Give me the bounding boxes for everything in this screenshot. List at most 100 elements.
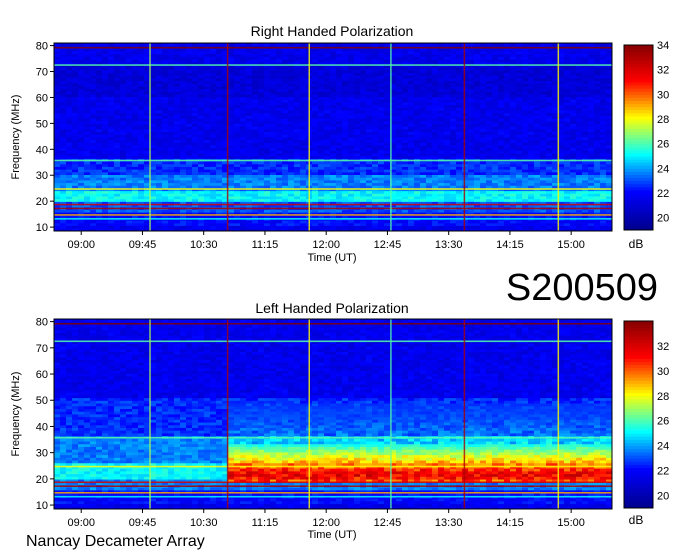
heatmap-cell [432,131,439,135]
heatmap-cell [588,150,595,154]
heatmap-cell [108,88,115,92]
heatmap-cell [264,128,271,133]
heatmap-cell [474,190,481,194]
heatmap-cell [336,222,343,227]
heatmap-cell [186,150,193,154]
heatmap-cell [444,102,451,106]
heatmap-cell [426,94,433,98]
heatmap-cell [444,161,451,165]
heatmap-cell [186,110,193,114]
heatmap-cell [132,163,139,167]
heatmap-cell [366,94,373,98]
heatmap-cell [582,102,589,106]
heatmap-cell [528,102,535,106]
heatmap-cell [432,99,439,103]
heatmap-cell [498,177,505,181]
heatmap-cell [360,220,367,224]
heatmap-cell [204,139,211,143]
heatmap-cell [486,161,493,165]
heatmap-cell [216,171,223,175]
heatmap-cell [528,126,535,130]
heatmap-cell [138,147,145,151]
heatmap-cell [420,220,427,224]
heatmap-cell [330,137,337,141]
heatmap-cell [564,139,571,143]
heatmap-cell [588,118,595,122]
heatmap-cell [246,190,253,194]
heatmap-cell [450,123,457,127]
heatmap-cell [534,145,541,149]
heatmap-cell [120,155,127,159]
heatmap-cell [444,179,451,184]
heatmap-cell [516,120,523,124]
heatmap-cell [396,145,403,149]
heatmap-cell [192,126,199,130]
heatmap-cell [456,150,463,154]
heatmap-cell [66,190,73,194]
heatmap-cell [492,190,499,194]
heatmap-cell [258,150,265,154]
heatmap-cell [126,96,133,100]
heatmap-cell [126,91,133,95]
heatmap-cell [396,112,403,116]
heatmap-cell [234,166,241,170]
heatmap-cell [300,88,307,92]
heatmap-cell [510,220,517,224]
heatmap-cell [210,88,217,92]
heatmap-cell [276,118,283,122]
heatmap-cell [282,131,289,135]
heatmap-cell [468,190,475,194]
heatmap-cell [156,126,163,130]
heatmap-cell [54,166,61,170]
heatmap-cell [234,145,241,149]
heatmap-cell [168,131,175,135]
heatmap-cell [102,128,109,133]
heatmap-cell [318,123,325,127]
heatmap-cell [192,198,199,202]
heatmap-cell [606,169,613,173]
heatmap-cell [174,107,181,111]
heatmap-cell [66,225,73,229]
heatmap-cell [366,190,373,194]
heatmap-cell [462,174,469,178]
heatmap-cell [444,110,451,114]
heatmap-cell [252,190,259,194]
heatmap-cell [276,91,283,95]
heatmap-cell [168,120,175,124]
heatmap-cell [294,85,301,90]
heatmap-cell [72,99,79,103]
heatmap-cell [360,182,367,186]
heatmap-cell [462,134,469,138]
heatmap-cell [318,126,325,130]
heatmap-cell [546,153,553,157]
heatmap-cell [474,139,481,143]
heatmap-cell [378,177,385,181]
heatmap-cell [240,118,247,122]
heatmap-cell [546,171,553,175]
heatmap-cell [216,94,223,98]
heatmap-cell [270,190,277,194]
heatmap-cell [432,115,439,119]
heatmap-cell [234,115,241,119]
heatmap-cell [396,182,403,186]
heatmap-cell [102,126,109,130]
heatmap-cell [444,134,451,138]
heatmap-cell [408,123,415,127]
heatmap-cell [210,120,217,124]
heatmap-cell [432,169,439,173]
heatmap-cell [384,177,391,181]
heatmap-cell [174,120,181,124]
heatmap-cell [342,112,349,116]
heatmap-cell [582,163,589,167]
heatmap-cell [486,120,493,124]
heatmap-cell [336,85,343,90]
heatmap-cell [186,107,193,111]
heatmap-cell [156,177,163,181]
heatmap-cell [78,196,85,200]
heatmap-cell [324,196,331,200]
heatmap-cell [120,198,127,202]
heatmap-cell [150,126,157,130]
heatmap-cell [228,115,235,119]
heatmap-cell [402,96,409,100]
heatmap-cell [114,193,121,197]
